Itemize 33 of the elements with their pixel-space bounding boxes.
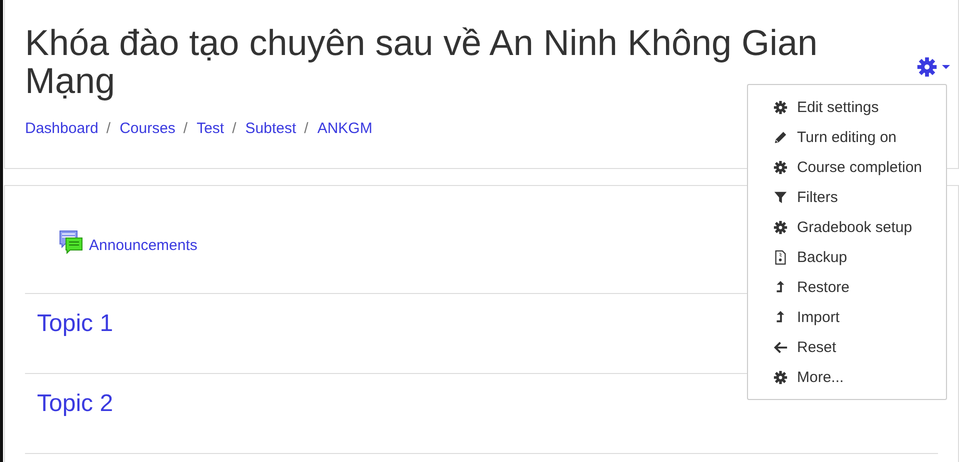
menu-item[interactable]: Backup bbox=[748, 242, 946, 272]
menu-item[interactable]: Gradebook setup bbox=[748, 212, 946, 242]
settings-menu-button[interactable] bbox=[916, 56, 950, 78]
gear-icon bbox=[773, 100, 788, 114]
breadcrumb-separator: / bbox=[106, 120, 111, 137]
menu-item[interactable]: Filters bbox=[748, 182, 946, 212]
menu-item[interactable]: Restore bbox=[748, 272, 946, 302]
gear-icon bbox=[916, 56, 938, 78]
breadcrumb-link[interactable]: Test bbox=[196, 120, 224, 137]
activity-link[interactable]: Announcements bbox=[89, 237, 198, 254]
menu-item[interactable]: Import bbox=[748, 302, 946, 332]
menu-item[interactable]: More... bbox=[748, 362, 946, 392]
section-title-link[interactable]: Topic 1 bbox=[37, 310, 114, 337]
file-icon bbox=[773, 250, 788, 264]
breadcrumb-separator: / bbox=[304, 120, 308, 137]
breadcrumb-separator: / bbox=[232, 120, 236, 137]
pencil-icon bbox=[773, 130, 788, 144]
breadcrumb-link[interactable]: ANKGM bbox=[317, 120, 372, 137]
breadcrumb-link[interactable]: Courses bbox=[120, 120, 176, 137]
caret-icon bbox=[942, 65, 950, 69]
section-title-link[interactable]: Topic 2 bbox=[37, 390, 114, 417]
breadcrumb-link[interactable]: Subtest bbox=[245, 120, 296, 137]
breadcrumb-link[interactable]: Dashboard bbox=[25, 120, 98, 137]
menu-item[interactable]: Course completion bbox=[748, 152, 946, 182]
chat-bubbles-icon bbox=[59, 230, 83, 254]
filter-icon bbox=[773, 190, 788, 204]
menu-item[interactable]: Turn editing on bbox=[748, 122, 946, 152]
gear-icon bbox=[773, 370, 788, 384]
menu-item[interactable]: Reset bbox=[748, 332, 946, 362]
gear-icon bbox=[773, 160, 788, 174]
breadcrumb-separator: / bbox=[183, 120, 188, 137]
left-arrow-icon bbox=[773, 340, 788, 354]
gear-icon bbox=[773, 220, 788, 234]
